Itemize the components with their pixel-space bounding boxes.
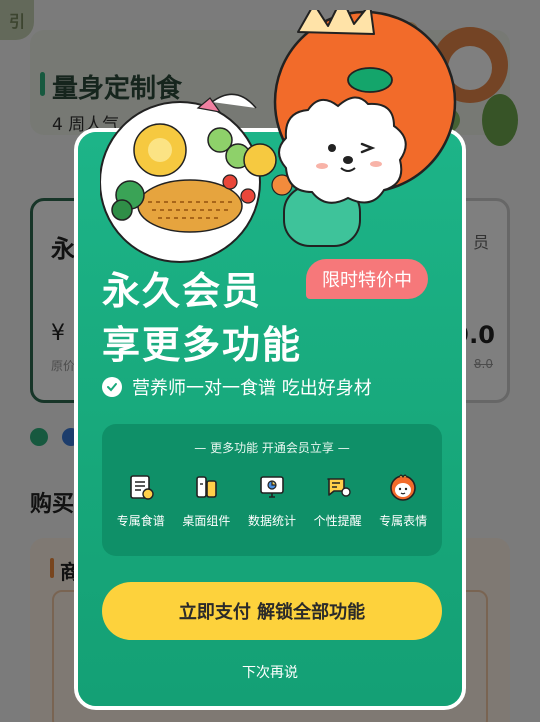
features-row: 专属食谱 桌面组件 数据统计 个性提醒 专属表情 xyxy=(108,470,436,529)
widget-icon xyxy=(189,470,223,504)
maybe-later-link[interactable]: 下次再说 xyxy=(78,662,462,682)
stats-icon xyxy=(255,470,289,504)
benefit-text: 营养师一对一食谱 吃出好身材 xyxy=(132,378,372,399)
mascot-illustration xyxy=(273,10,457,247)
feature-widget: 桌面组件 xyxy=(174,470,240,529)
feature-stats: 数据统计 xyxy=(239,470,305,529)
check-icon xyxy=(102,377,122,397)
recipe-icon xyxy=(124,470,158,504)
feature-reminder: 个性提醒 xyxy=(305,470,371,529)
pay-unlock-button[interactable]: 立即支付 解锁全部功能 xyxy=(102,582,442,640)
headline-line2: 享更多功能 xyxy=(102,323,303,367)
sticker-icon xyxy=(386,470,420,504)
feature-recipe: 专属食谱 xyxy=(108,470,174,529)
features-panel: — 更多功能 开通会员立享 — 专属食谱 桌面组件 数据统计 个性提醒 专属表情 xyxy=(102,424,442,556)
feature-sticker: 专属表情 xyxy=(370,470,436,529)
hero-illustration xyxy=(100,10,457,263)
benefit-line: 营养师一对一食谱 吃出好身材 xyxy=(102,374,372,400)
reminder-icon xyxy=(321,470,355,504)
food-bowl-illustration xyxy=(100,93,293,263)
features-title: — 更多功能 开通会员立享 — xyxy=(194,441,350,455)
